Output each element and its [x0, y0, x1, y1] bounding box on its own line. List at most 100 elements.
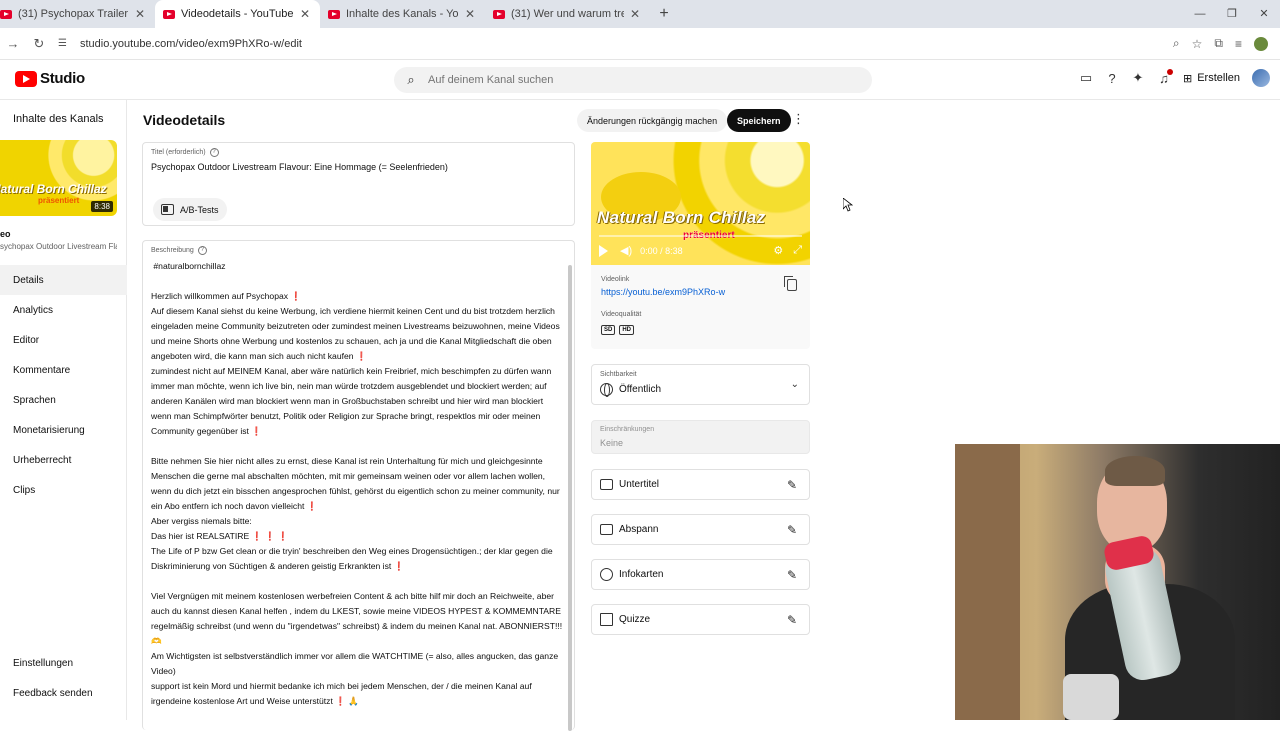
channel-search[interactable]: ⌕	[394, 67, 872, 93]
quality-badges: SD HD	[601, 325, 635, 335]
title-field-label-row: Titel (erforderlich) ?	[151, 148, 219, 157]
description-label: Beschreibung	[151, 247, 194, 254]
save-button[interactable]: Speichern	[727, 109, 791, 132]
sidebar-item-clips[interactable]: Clips	[0, 475, 127, 505]
close-window-icon[interactable]: ✕	[1248, 0, 1280, 28]
sparkle-icon[interactable]: ✦	[1131, 70, 1145, 86]
profile-avatar[interactable]	[1254, 36, 1268, 51]
checkbox-icon	[600, 613, 613, 626]
reading-list-icon[interactable]: ≡	[1235, 37, 1242, 51]
volume-icon[interactable]: ◀)	[620, 244, 632, 257]
page-title: Videodetails	[143, 112, 226, 128]
undo-changes-button[interactable]: Änderungen rückgängig machen	[577, 109, 728, 132]
subtitles-row[interactable]: Untertitel ✎	[591, 469, 810, 500]
sidebar-item-monetization[interactable]: Monetarisierung	[0, 415, 127, 445]
restore-icon[interactable]: ❐	[1216, 0, 1248, 28]
studio-header: Studio ⌕ ▭ ? ✦ ♫ ⊞ Erstellen	[0, 60, 1280, 100]
close-tab-icon[interactable]: ✕	[465, 7, 475, 21]
sidebar-item-settings[interactable]: Einstellungen	[0, 648, 127, 678]
subtitles-label: Untertitel	[619, 479, 660, 490]
help-icon[interactable]: ?	[197, 246, 207, 255]
more-options-icon[interactable]: ⋮	[792, 111, 805, 127]
ab-tests-button[interactable]: A/B-Tests	[153, 198, 227, 221]
main-content: Videodetails Änderungen rückgängig mache…	[128, 100, 955, 731]
hd-badge-icon: HD	[619, 325, 635, 335]
edit-pencil-icon[interactable]: ✎	[787, 523, 809, 537]
sidebar-item-details[interactable]: Details	[0, 265, 127, 295]
chevron-down-icon: ⌄	[790, 379, 799, 390]
browser-tab-active[interactable]: Videodetails - YouTube Studio ✕	[155, 0, 320, 28]
description-field[interactable]: Beschreibung ? #naturalbornchillaz Herzl…	[142, 240, 575, 731]
video-preview-card: Natural Born Chillaz präsentiert ◀) 0:00…	[591, 142, 810, 349]
new-tab-icon[interactable]: +	[650, 0, 678, 28]
copy-icon[interactable]	[784, 276, 797, 291]
forward-icon[interactable]: →	[0, 36, 26, 51]
sidebar-item-copyright[interactable]: Urheberrecht	[0, 445, 127, 475]
sidebar-item-feedback[interactable]: Feedback senden	[0, 678, 127, 708]
video-player[interactable]: Natural Born Chillaz präsentiert ◀) 0:00…	[591, 142, 810, 265]
end-screen-label: Abspann	[619, 524, 659, 535]
duration-badge: 8:38	[91, 201, 113, 212]
browser-tab[interactable]: (31) Psychopax Trailer für die U ✕	[0, 0, 155, 28]
description-label-row: Beschreibung ?	[151, 246, 207, 255]
edit-pencil-icon[interactable]: ✎	[787, 568, 809, 582]
subtitles-icon	[600, 479, 613, 490]
help-icon[interactable]: ?	[209, 148, 219, 157]
time-display: 0:00 / 8:38	[640, 245, 683, 256]
browser-tab[interactable]: Inhalte des Kanals - YouTube St ✕	[320, 0, 485, 28]
sidebar-item-editor[interactable]: Editor	[0, 325, 127, 355]
fullscreen-icon[interactable]: ⤢	[793, 244, 802, 257]
close-tab-icon[interactable]: ✕	[630, 7, 640, 21]
site-info-icon[interactable]: ☰	[58, 38, 74, 49]
edit-pencil-icon[interactable]: ✎	[787, 478, 809, 492]
zoom-icon[interactable]: ⌕	[1173, 36, 1180, 51]
video-title: sychopax Outdoor Livestream Flav...	[0, 242, 117, 251]
account-avatar[interactable]	[1252, 69, 1270, 87]
webcam-microphone	[1063, 674, 1119, 720]
settings-gear-icon[interactable]: ⚙	[773, 244, 783, 257]
notifications-icon[interactable]: ♫	[1157, 68, 1173, 86]
video-link[interactable]: https://youtu.be/exm9PhXRo-w	[601, 287, 725, 297]
bookmark-star-icon[interactable]: ☆	[1192, 37, 1203, 51]
video-thumbnail[interactable]: Natural Born Chillaz präsentiert 8:38	[0, 140, 117, 216]
sidebar-item-analytics[interactable]: Analytics	[0, 295, 127, 325]
progress-bar[interactable]	[599, 235, 802, 237]
studio-logo[interactable]: Studio	[15, 70, 85, 87]
browser-tab[interactable]: (31) Wer und warum treibt mich ✕	[485, 0, 650, 28]
close-tab-icon[interactable]: ✕	[300, 7, 310, 21]
tab-title: Videodetails - YouTube Studio	[181, 8, 294, 20]
reload-icon[interactable]: ↻	[26, 36, 52, 52]
end-screen-row[interactable]: Abspann ✎	[591, 514, 810, 545]
title-input[interactable]: Psychopax Outdoor Livestream Flavour: Ei…	[151, 162, 448, 172]
extensions-icon[interactable]: ⧉	[1214, 36, 1223, 51]
description-scrollbar[interactable]	[568, 265, 572, 731]
edit-pencil-icon[interactable]: ✎	[787, 613, 809, 627]
visibility-select[interactable]: Sichtbarkeit Öffentlich ⌄	[591, 364, 810, 405]
webcam-overlay	[955, 444, 1280, 720]
cards-row[interactable]: Infokarten ✎	[591, 559, 810, 590]
create-label: Erstellen	[1197, 72, 1240, 84]
url-field[interactable]: studio.youtube.com/video/exm9PhXRo-w/edi…	[80, 38, 1173, 50]
sidebar-item-comments[interactable]: Kommentare	[0, 355, 127, 385]
webcam-person-hair	[1105, 456, 1165, 486]
back-to-channel-content[interactable]: Inhalte des Kanals	[13, 113, 104, 125]
feedback-icon[interactable]: ▭	[1079, 70, 1093, 86]
end-screen-icon	[600, 524, 613, 535]
sd-badge-icon: SD	[601, 325, 616, 335]
title-field[interactable]: Titel (erforderlich) ? Psychopax Outdoor…	[142, 142, 575, 226]
sidebar-item-languages[interactable]: Sprachen	[0, 385, 127, 415]
play-icon[interactable]	[599, 244, 608, 257]
description-textarea[interactable]: #naturalbornchillaz Herzlich willkommen …	[151, 259, 563, 709]
search-input[interactable]	[428, 74, 848, 86]
info-icon	[600, 568, 613, 581]
visibility-label: Sichtbarkeit	[600, 371, 637, 378]
help-icon[interactable]: ?	[1105, 71, 1119, 86]
search-icon[interactable]: ⌕	[394, 72, 428, 88]
create-button[interactable]: ⊞ Erstellen	[1183, 72, 1240, 85]
close-tab-icon[interactable]: ✕	[135, 7, 145, 21]
quizzes-row[interactable]: Quizze ✎	[591, 604, 810, 635]
ab-test-icon	[161, 204, 174, 215]
minimize-icon[interactable]: —	[1184, 0, 1216, 28]
tab-title: Inhalte des Kanals - YouTube St	[346, 8, 459, 20]
youtube-favicon-icon	[328, 9, 340, 19]
